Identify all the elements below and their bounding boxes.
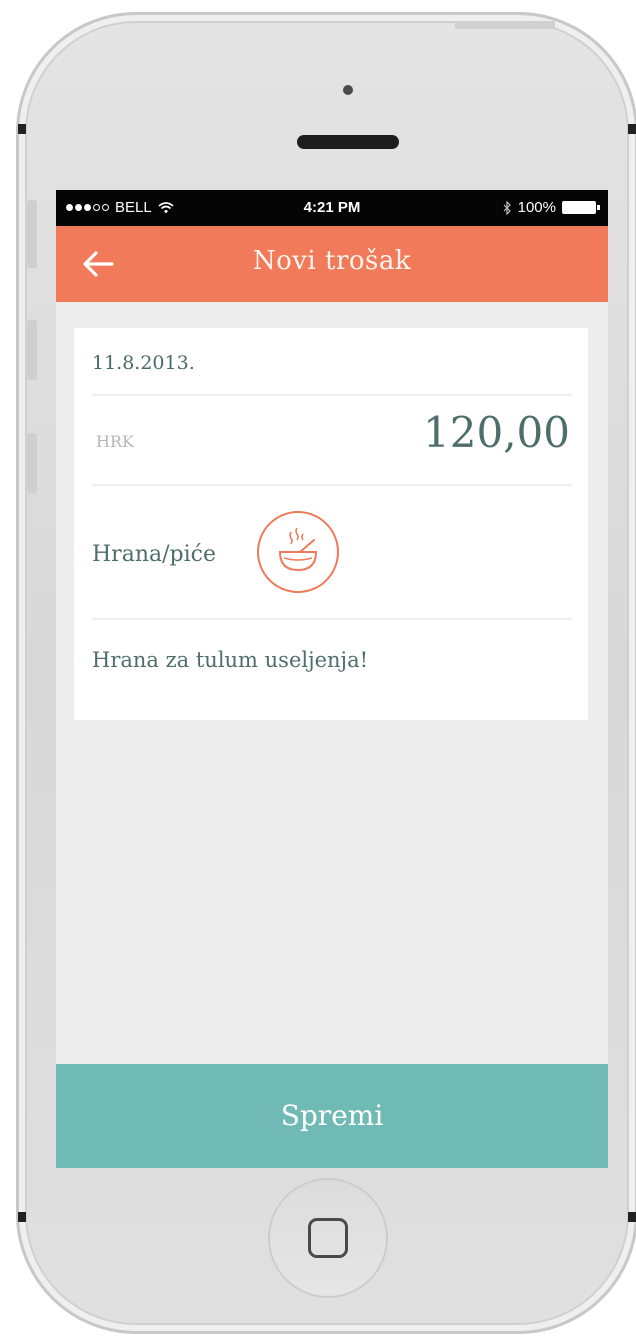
earpiece-speaker — [297, 135, 399, 149]
divider — [92, 484, 572, 486]
home-square-icon — [308, 1218, 348, 1258]
battery-icon — [562, 201, 600, 214]
category-button[interactable] — [256, 510, 340, 594]
date-field[interactable]: 11.8.2013. — [92, 352, 195, 374]
power-button — [455, 21, 555, 29]
volume-down-button — [27, 433, 37, 493]
volume-up-button — [27, 320, 37, 380]
food-bowl-icon — [257, 511, 339, 593]
bluetooth-icon — [503, 200, 511, 215]
divider — [92, 618, 572, 620]
edge-mark — [18, 1212, 26, 1222]
card-top-edge — [74, 322, 588, 328]
battery-percent: 100% — [517, 199, 556, 216]
amount-field[interactable]: 120,00 — [423, 408, 570, 457]
status-bar: BELL 4:21 PM 100% — [56, 190, 608, 226]
currency-selector[interactable]: HRK — [96, 432, 134, 451]
edge-mark — [628, 1212, 636, 1222]
save-button[interactable]: Spremi — [56, 1064, 608, 1168]
mute-switch — [27, 200, 37, 268]
card-bottom-edge — [74, 720, 588, 726]
edge-mark — [18, 124, 26, 134]
app-header: Novi trošak — [56, 226, 608, 302]
front-camera — [343, 85, 353, 95]
note-field[interactable]: Hrana za tulum useljenja! — [92, 648, 368, 672]
edge-mark — [628, 124, 636, 134]
app-screen: BELL 4:21 PM 100% Novi trošak 11.8.2013.… — [56, 190, 608, 1168]
expense-card: 11.8.2013. HRK 120,00 Hrana/piće Hrana z… — [74, 322, 588, 726]
category-label: Hrana/piće — [92, 542, 216, 567]
page-title: Novi trošak — [252, 246, 412, 276]
home-button[interactable] — [268, 1178, 388, 1298]
divider — [92, 394, 572, 396]
